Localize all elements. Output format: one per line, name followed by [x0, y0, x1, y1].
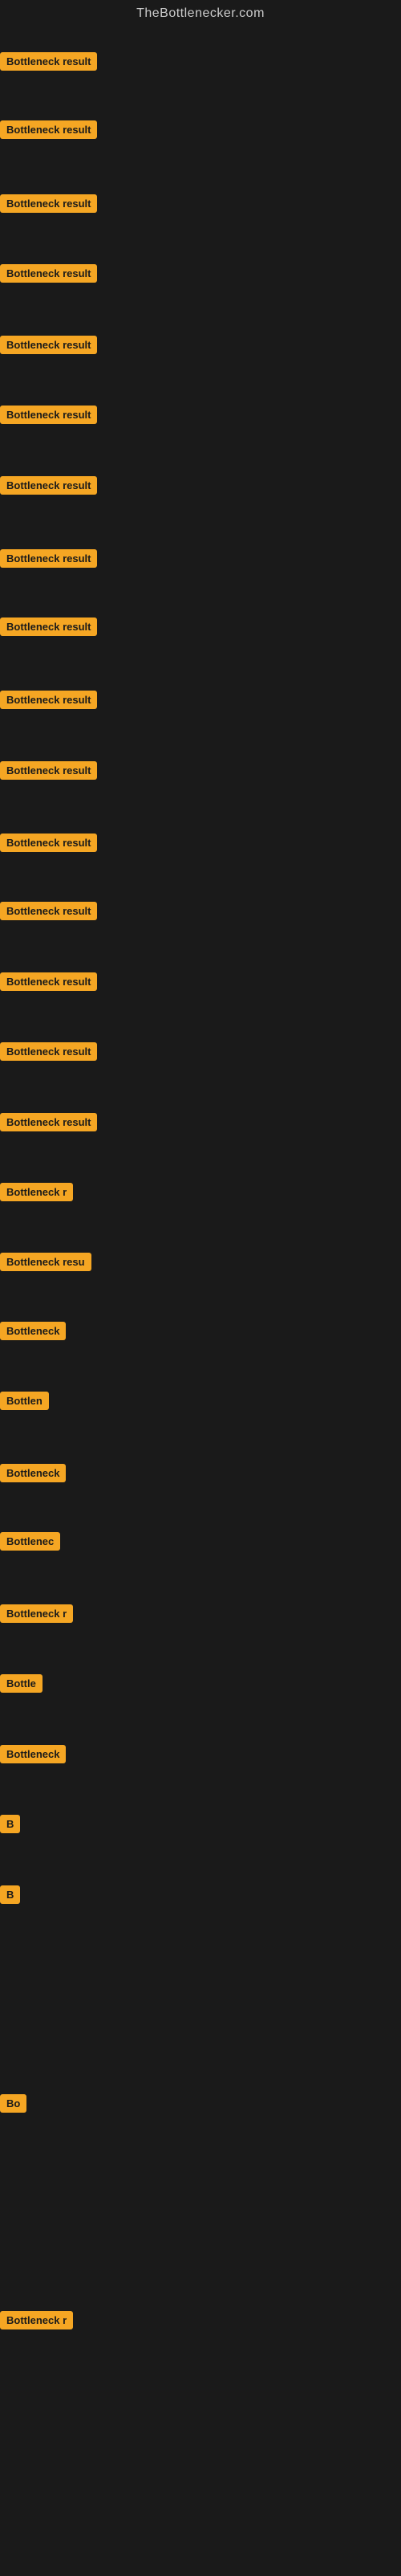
bottleneck-result-item[interactable]: Bottleneck result	[0, 691, 97, 709]
bottleneck-badge[interactable]: Bottleneck	[0, 1322, 66, 1340]
bottleneck-badge[interactable]: Bo	[0, 2094, 26, 2113]
bottleneck-badge[interactable]: Bottle	[0, 1674, 43, 1693]
bottleneck-result-item[interactable]: Bottleneck	[0, 1322, 66, 1340]
bottleneck-result-item[interactable]: Bottleneck result	[0, 1042, 97, 1061]
bottleneck-badge[interactable]: Bottlenec	[0, 1532, 60, 1551]
bottleneck-badge[interactable]: Bottleneck	[0, 1745, 66, 1763]
site-title: TheBottlenecker.com	[0, 0, 401, 31]
bottleneck-result-item[interactable]: Bottleneck result	[0, 834, 97, 852]
bottleneck-badge[interactable]: Bottleneck result	[0, 52, 97, 71]
bottleneck-result-item[interactable]: Bo	[0, 2094, 26, 2113]
bottleneck-result-item[interactable]: Bottleneck result	[0, 972, 97, 991]
bottleneck-badge[interactable]: Bottleneck result	[0, 1113, 97, 1131]
bottleneck-badge[interactable]: Bottleneck result	[0, 618, 97, 636]
bottleneck-badge[interactable]: B	[0, 1885, 20, 1904]
bottleneck-badge[interactable]: Bottleneck resu	[0, 1253, 91, 1271]
bottleneck-result-item[interactable]: Bottleneck result	[0, 194, 97, 213]
bottleneck-result-item[interactable]: B	[0, 1885, 20, 1904]
bottleneck-result-item[interactable]: Bottleneck result	[0, 1113, 97, 1131]
bottleneck-result-item[interactable]: Bottleneck result	[0, 549, 97, 568]
bottleneck-result-item[interactable]: B	[0, 1815, 20, 1833]
bottleneck-badge[interactable]: B	[0, 1815, 20, 1833]
bottleneck-result-item[interactable]: Bottleneck r	[0, 1604, 73, 1623]
bottleneck-badge[interactable]: Bottleneck r	[0, 1183, 73, 1201]
bottleneck-result-item[interactable]: Bottleneck result	[0, 761, 97, 780]
bottleneck-result-item[interactable]: Bottleneck r	[0, 1183, 73, 1201]
bottleneck-badge[interactable]: Bottleneck result	[0, 336, 97, 354]
bottleneck-result-item[interactable]: Bottleneck result	[0, 476, 97, 495]
bottleneck-badge[interactable]: Bottleneck result	[0, 194, 97, 213]
bottleneck-badge[interactable]: Bottleneck result	[0, 476, 97, 495]
bottleneck-result-item[interactable]: Bottleneck result	[0, 902, 97, 920]
bottleneck-badge[interactable]: Bottleneck result	[0, 902, 97, 920]
bottleneck-badge[interactable]: Bottleneck result	[0, 1042, 97, 1061]
bottleneck-result-item[interactable]: Bottlenec	[0, 1532, 60, 1551]
bottleneck-badge[interactable]: Bottleneck result	[0, 264, 97, 283]
bottleneck-result-item[interactable]: Bottleneck	[0, 1745, 66, 1763]
bottleneck-badge[interactable]: Bottleneck r	[0, 2311, 73, 2329]
bottleneck-result-item[interactable]: Bottleneck result	[0, 618, 97, 636]
bottleneck-result-item[interactable]: Bottle	[0, 1674, 43, 1693]
bottleneck-badge[interactable]: Bottleneck result	[0, 549, 97, 568]
bottleneck-badge[interactable]: Bottleneck result	[0, 691, 97, 709]
bottleneck-result-item[interactable]: Bottleneck resu	[0, 1253, 91, 1271]
bottleneck-result-item[interactable]: Bottleneck result	[0, 264, 97, 283]
bottleneck-badge[interactable]: Bottleneck r	[0, 1604, 73, 1623]
bottleneck-result-item[interactable]: Bottleneck result	[0, 52, 97, 71]
bottleneck-badge[interactable]: Bottleneck	[0, 1464, 66, 1482]
bottleneck-result-item[interactable]: Bottleneck result	[0, 336, 97, 354]
bottleneck-result-item[interactable]: Bottleneck result	[0, 120, 97, 139]
bottleneck-result-item[interactable]: Bottleneck r	[0, 2311, 73, 2329]
bottleneck-badge[interactable]: Bottlen	[0, 1392, 49, 1410]
bottleneck-badge[interactable]: Bottleneck result	[0, 761, 97, 780]
bottleneck-badge[interactable]: Bottleneck result	[0, 972, 97, 991]
bottleneck-badge[interactable]: Bottleneck result	[0, 120, 97, 139]
bottleneck-badge[interactable]: Bottleneck result	[0, 406, 97, 424]
bottleneck-badge[interactable]: Bottleneck result	[0, 834, 97, 852]
bottleneck-result-item[interactable]: Bottlen	[0, 1392, 49, 1410]
bottleneck-result-item[interactable]: Bottleneck result	[0, 406, 97, 424]
bottleneck-result-item[interactable]: Bottleneck	[0, 1464, 66, 1482]
